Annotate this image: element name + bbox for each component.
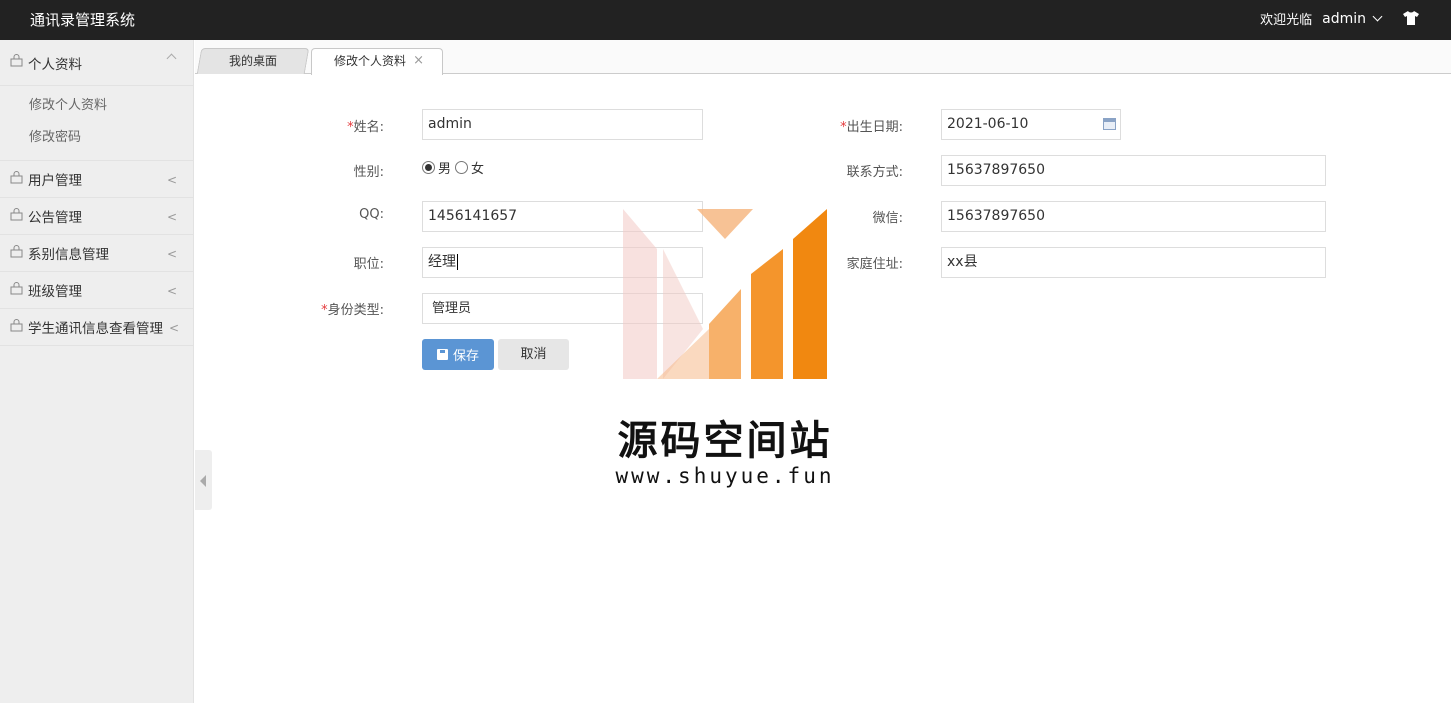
birth-date-input[interactable]: 2021-06-10 [941,109,1121,140]
idtype-label: *身份类型: [300,299,384,318]
tab-bar: 我的桌面 修改个人资料 × [195,40,1451,75]
bag-icon [10,54,23,71]
tab-desktop[interactable]: 我的桌面 [196,48,310,74]
position-label: 职位: [353,257,384,272]
chevron-left-icon: < [166,284,177,298]
chevron-down-icon[interactable] [1372,11,1383,22]
sidebar-item-student-contacts[interactable]: 学生通讯信息查看管理 < [0,309,193,346]
sidebar-item-label: 用户管理 [28,173,82,189]
sidebar-item-label: 班级管理 [28,284,82,300]
user-menu[interactable]: 欢迎光临 admin [1260,9,1383,28]
birth-label-text: 出生日期: [846,120,903,135]
sidebar-subitem-change-password[interactable]: 修改密码 [0,122,193,154]
sidebar-item-label: 公告管理 [28,210,82,226]
name-input[interactable]: admin [422,109,703,140]
address-input[interactable]: xx县 [941,247,1326,278]
gender-male-radio[interactable] [422,161,435,174]
watermark-title: 源码空间站 [617,418,833,464]
gender-female-label: 女 [471,162,485,177]
chevron-up-icon [166,53,177,64]
wechat-input[interactable]: 15637897650 [941,201,1326,232]
sidebar-item-label: 系别信息管理 [28,247,109,263]
tshirt-icon[interactable] [1403,11,1419,29]
triangle-left-icon [200,475,206,487]
sidebar-item-departments[interactable]: 系别信息管理 < [0,235,193,272]
bag-icon [10,170,23,188]
gender-male-label: 男 [438,162,452,177]
calendar-icon[interactable] [1103,118,1116,130]
sidebar-item-classes[interactable]: 班级管理 < [0,272,193,309]
watermark-logo [623,209,827,379]
welcome-text: 欢迎光临 [1260,13,1313,28]
bag-icon [10,207,23,225]
tab-label: 我的桌面 [228,54,277,68]
bag-icon [10,318,23,336]
username[interactable]: admin [1322,11,1366,27]
sidebar-item-profile[interactable]: 个人资料 [0,40,193,86]
sidebar-item-label: 个人资料 [28,56,82,73]
contact-input[interactable]: 15637897650 [941,155,1326,186]
birth-label: *出生日期: [800,116,903,135]
name-label-text: 姓名: [353,120,384,135]
chevron-left-icon: < [166,247,177,261]
sidebar-collapse-handle[interactable] [195,450,212,510]
gender-label: 性别: [353,165,384,180]
watermark-url: www.shuyue.fun [615,464,835,488]
sidebar-item-users[interactable]: 用户管理 < [0,161,193,198]
floppy-disk-icon [436,349,448,360]
save-button[interactable]: 保存 [422,339,494,370]
cancel-button[interactable]: 取消 [498,339,569,370]
sidebar-item-label: 学生通讯信息查看管理 [28,321,163,337]
sidebar: 个人资料 修改个人资料 修改密码 用户管理 < 公告管理 < 系别信息管理 < … [0,40,194,703]
gender-radio-group: 男 女 [422,158,488,177]
qq-label: QQ: [359,207,384,222]
close-icon[interactable]: × [413,49,424,73]
chevron-left-icon: < [168,321,179,335]
bag-icon [10,281,23,299]
position-value: 经理 [428,254,456,270]
save-button-label: 保存 [452,349,479,364]
tab-edit-profile[interactable]: 修改个人资料 × [311,48,443,75]
contact-label: 联系方式: [846,165,903,180]
name-label: *姓名: [300,116,384,135]
bag-icon [10,244,23,262]
gender-female-radio[interactable] [455,161,469,174]
sidebar-item-notices[interactable]: 公告管理 < [0,198,193,235]
tab-label: 修改个人资料 [333,54,406,68]
chevron-left-icon: < [166,210,177,224]
app-title: 通讯录管理系统 [30,11,136,29]
birth-date-value: 2021-06-10 [947,116,1029,132]
top-header: 通讯录管理系统 欢迎光临 admin [0,0,1451,40]
chevron-left-icon: < [166,173,177,187]
idtype-label-text: 身份类型: [327,303,384,318]
sidebar-submenu-profile: 修改个人资料 修改密码 [0,86,193,161]
sidebar-subitem-edit-profile[interactable]: 修改个人资料 [0,90,193,122]
